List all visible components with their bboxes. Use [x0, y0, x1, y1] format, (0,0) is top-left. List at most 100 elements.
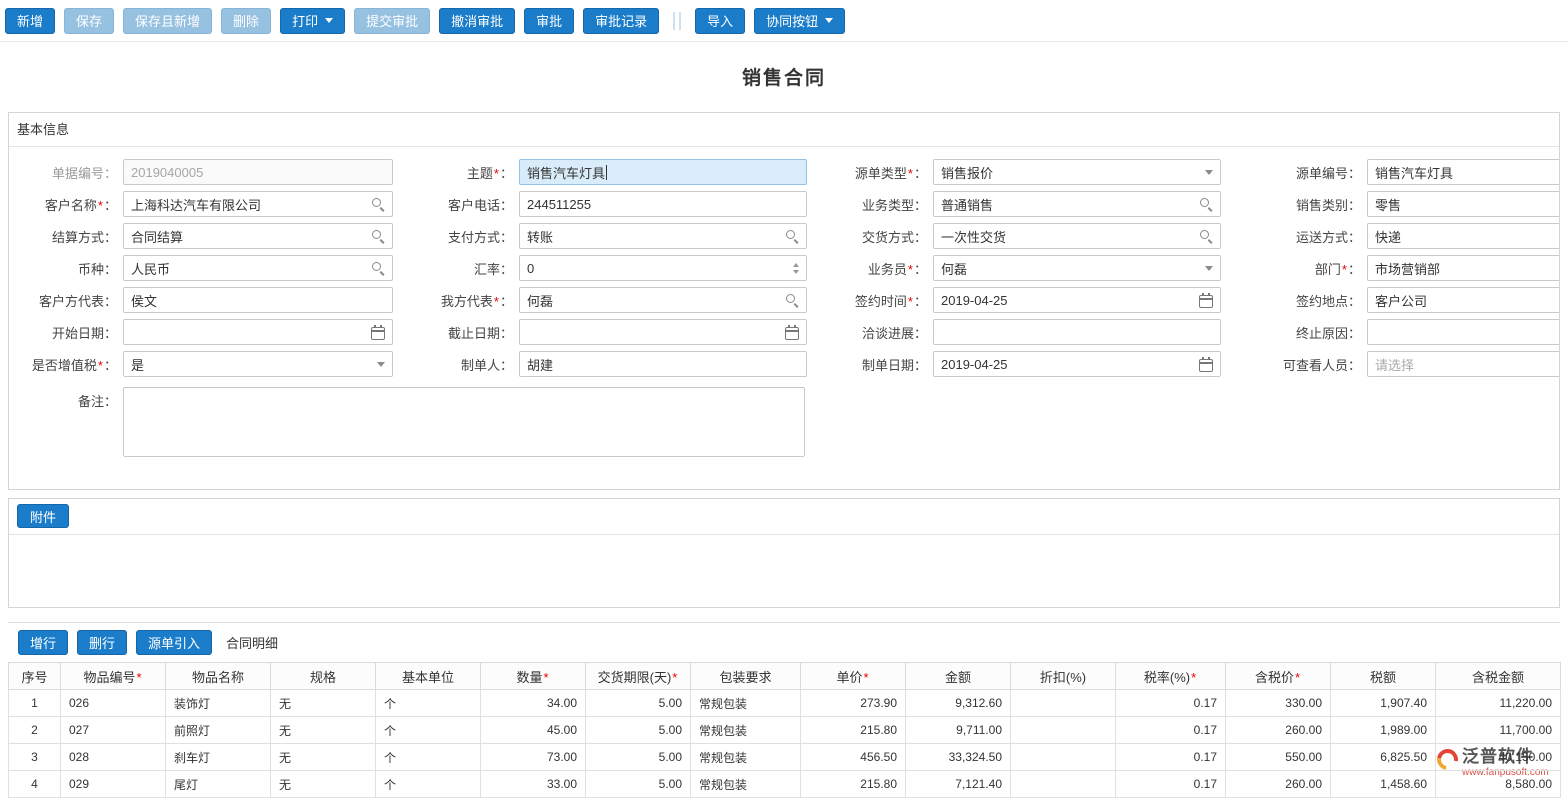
table-row[interactable]: 3 028 刹车灯无个 73.00 5.00 常规包装 456.50 33,324.50 0.1…: [8, 743, 1561, 771]
basic-info-section-title: 基本信息: [17, 122, 70, 137]
table-cell: 6,825.50: [1330, 743, 1436, 771]
vat-flag-value: 是: [131, 357, 145, 373]
search-icon[interactable]: [372, 261, 385, 275]
vat-flag-input[interactable]: 是: [123, 351, 393, 377]
business-type-value: 普通销售: [941, 197, 994, 213]
required-asterisk: *: [1294, 669, 1301, 685]
table-row[interactable]: 2 027 前照灯无个 45.00 5.00 常规包装 215.80 9,711.00 0.17…: [8, 716, 1561, 744]
department-input[interactable]: 市场营销部: [1367, 255, 1559, 281]
our-representative-input[interactable]: 何磊: [519, 287, 807, 313]
required-asterisk: *: [493, 293, 499, 309]
subject-input[interactable]: 销售汽车灯具: [519, 159, 807, 185]
import-button[interactable]: 导入: [695, 7, 746, 34]
chevron-down-icon[interactable]: [377, 361, 385, 367]
delivery-method-input[interactable]: 一次性交货: [933, 223, 1221, 249]
search-icon[interactable]: [372, 229, 385, 243]
submit-approval-button[interactable]: 提交审批: [354, 7, 431, 34]
signing-time-input[interactable]: 2019-04-25: [933, 287, 1221, 313]
approve-button[interactable]: 审批: [524, 7, 575, 34]
attachments-button[interactable]: 附件: [17, 504, 70, 528]
end-date-input[interactable]: [519, 319, 807, 345]
search-icon[interactable]: [786, 229, 799, 243]
settlement-method-input[interactable]: 合同结算: [123, 223, 393, 249]
column-header-label: 含税价: [1254, 669, 1294, 685]
business-type-input[interactable]: 普通销售: [933, 191, 1221, 217]
creator-input[interactable]: 胡建: [519, 351, 807, 377]
search-icon[interactable]: [786, 293, 799, 307]
table-cell: [1010, 770, 1116, 798]
business-type-label: 业务类型：: [861, 197, 927, 213]
delete-button[interactable]: 删除: [221, 7, 272, 34]
collaboration-button[interactable]: 协同按钮: [754, 7, 846, 34]
calendar-icon[interactable]: [371, 324, 385, 340]
source-number-input[interactable]: 销售汽车灯具: [1367, 159, 1559, 185]
negotiation-progress-input[interactable]: [933, 319, 1221, 345]
column-header-label: 税率(%): [1143, 669, 1191, 685]
currency-input[interactable]: 人民币: [123, 255, 393, 281]
source-type-input[interactable]: 销售报价: [933, 159, 1221, 185]
column-header: 含税金额: [1435, 662, 1561, 690]
create-date-input[interactable]: 2019-04-25: [933, 351, 1221, 377]
payment-method-field: 支付方式： 转账: [393, 223, 807, 249]
delete-row-button[interactable]: 删行: [77, 630, 128, 655]
exchange-rate-input[interactable]: 0: [519, 255, 807, 281]
remark-input[interactable]: [123, 387, 805, 457]
print-button[interactable]: 打印: [280, 7, 346, 34]
doc-number-label: 单据编号：: [51, 165, 117, 181]
contract-detail-section: 增行 删行 源单引入 合同明细 序号 物品编号* 物品名称 规格 基本单位 数量* 交货期限(天…: [8, 622, 1561, 798]
table-row[interactable]: 1 026 装饰灯无个 34.00 5.00 常规包装 273.90 9,312.60 0.17…: [8, 689, 1561, 717]
subject-field: 主题*： 销售汽车灯具: [393, 159, 807, 185]
settlement-method-value: 合同结算: [131, 229, 184, 245]
salesperson-input[interactable]: 何磊: [933, 255, 1221, 281]
save-button[interactable]: 保存: [64, 7, 115, 34]
payment-method-value: 转账: [527, 229, 554, 245]
department-field: 部门*： 市场营销部: [1221, 255, 1559, 281]
add-button[interactable]: 新增: [5, 7, 56, 34]
start-date-input[interactable]: [123, 319, 393, 345]
search-icon[interactable]: [1200, 197, 1213, 211]
viewers-input[interactable]: 请选择: [1367, 351, 1559, 377]
import-source-button[interactable]: 源单引入: [136, 630, 213, 655]
detail-body: 1 026 装饰灯无个 34.00 5.00 常规包装 273.90 9,312.60 0.17…: [8, 689, 1561, 798]
save-and-add-button[interactable]: 保存且新增: [123, 7, 213, 34]
column-header-label: 交货期限(天): [597, 669, 672, 685]
termination-reason-field: 终止原因：: [1221, 319, 1559, 345]
creator-value: 胡建: [527, 357, 554, 373]
sales-category-input[interactable]: 零售: [1367, 191, 1559, 217]
column-header: 含税价*: [1225, 662, 1331, 690]
termination-reason-input[interactable]: [1367, 319, 1559, 345]
customer-name-input[interactable]: 上海科达汽车有限公司: [123, 191, 393, 217]
creator-field: 制单人： 胡建: [393, 351, 807, 377]
required-asterisk: *: [1341, 261, 1347, 277]
chevron-down-icon[interactable]: [1205, 169, 1213, 175]
doc-number-input[interactable]: 2019040005: [123, 159, 393, 185]
calendar-icon[interactable]: [1199, 356, 1213, 372]
customer-phone-label: 客户电话：: [447, 197, 513, 213]
signing-place-input[interactable]: 客户公司: [1367, 287, 1559, 313]
customer-phone-input[interactable]: 244511255: [519, 191, 807, 217]
customer-name-value: 上海科达汽车有限公司: [131, 197, 262, 213]
table-cell: 273.90: [800, 689, 906, 717]
payment-method-input[interactable]: 转账: [519, 223, 807, 249]
shipping-method-value: 快递: [1375, 229, 1402, 245]
table-row[interactable]: 4 029 尾灯无个 33.00 5.00 常规包装 215.80 7,121.40 0.17 2…: [8, 770, 1561, 798]
approval-records-button[interactable]: 审批记录: [583, 7, 660, 34]
chevron-down-icon[interactable]: [1205, 265, 1213, 271]
salesperson-value: 何磊: [941, 261, 968, 277]
approval-records-button-label: 审批记录: [595, 14, 648, 29]
add-row-button[interactable]: 增行: [18, 630, 69, 655]
shipping-method-input[interactable]: 快递: [1367, 223, 1559, 249]
revoke-approval-button[interactable]: 撤消审批: [439, 7, 516, 34]
subject-value: 销售汽车灯具: [527, 165, 606, 181]
search-icon[interactable]: [372, 197, 385, 211]
number-spinner[interactable]: [793, 262, 799, 274]
table-cell: 40,150.00: [1435, 743, 1561, 771]
search-icon[interactable]: [1200, 229, 1213, 243]
table-cell: 45.00: [480, 716, 586, 744]
add-button-label: 新增: [17, 14, 44, 29]
calendar-icon[interactable]: [1199, 292, 1213, 308]
table-cell: 11,220.00: [1435, 689, 1561, 717]
calendar-icon[interactable]: [785, 324, 799, 340]
table-cell: 215.80: [800, 716, 906, 744]
customer-representative-input[interactable]: 侯文: [123, 287, 393, 313]
